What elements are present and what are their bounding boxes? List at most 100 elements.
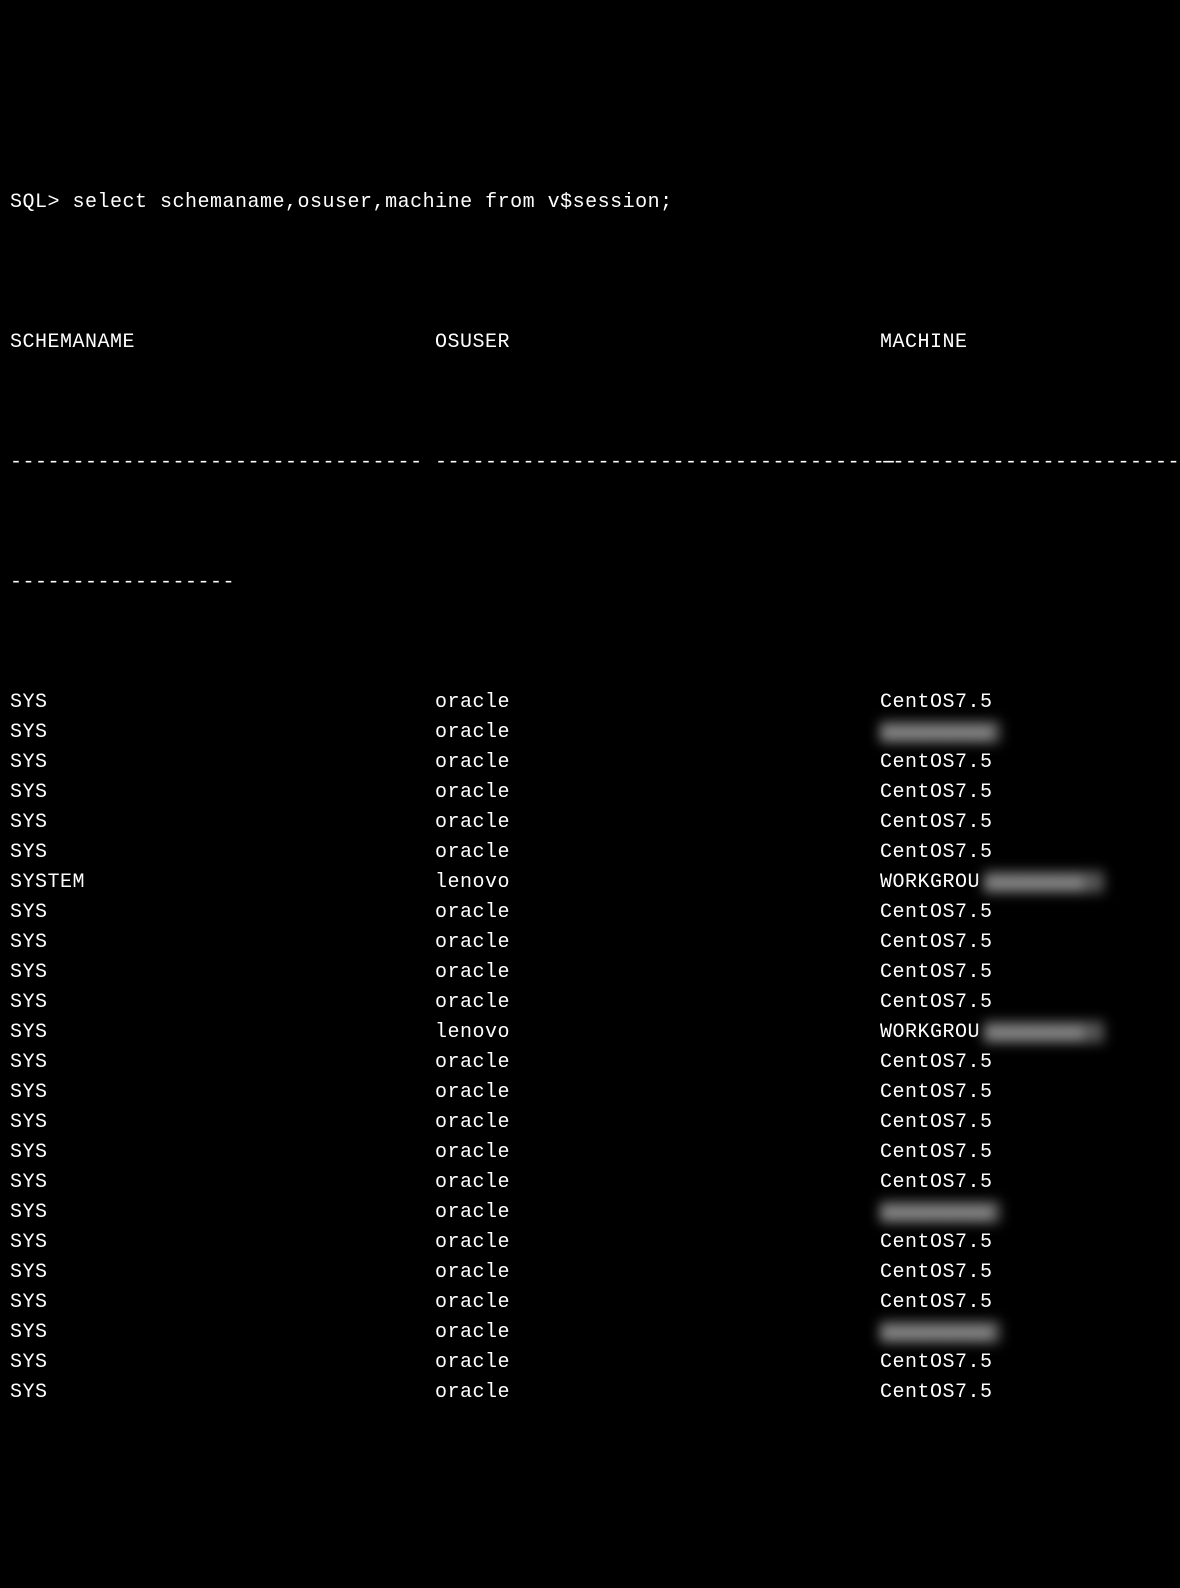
cell-machine: CentOS7.5 <box>880 838 993 868</box>
table-row: SYSoracleXXXXXXXXX <box>10 718 1180 748</box>
cell-machine: CentOS7.5 <box>880 748 993 778</box>
dash-continue: ------------------ <box>10 571 235 594</box>
cell-osuser: oracle <box>435 1318 880 1348</box>
cell-machine: CentOS7.5 <box>880 1108 993 1138</box>
terminal-output[interactable]: SQL> select schemaname,osuser,machine fr… <box>10 128 1180 1438</box>
cell-machine-text: WORKGROU <box>880 871 980 894</box>
cell-osuser: oracle <box>435 1048 880 1078</box>
redacted-content: XXXXXXXXX <box>880 1321 1000 1343</box>
cell-machine: CentOS7.5 <box>880 1228 993 1258</box>
sql-command: select schemaname,osuser,machine from v$… <box>73 191 673 214</box>
cell-machine: CentOS7.5 <box>880 808 993 838</box>
cell-osuser: oracle <box>435 778 880 808</box>
table-row: SYSoracleCentOS7.5 <box>10 1168 1180 1198</box>
cell-schemaname: SYS <box>10 1048 435 1078</box>
cell-schemaname: SYS <box>10 1318 435 1348</box>
cell-schemaname: SYS <box>10 898 435 928</box>
cell-schemaname: SYS <box>10 1288 435 1318</box>
table-row: SYSoracleCentOS7.5 <box>10 838 1180 868</box>
cell-machine: CentOS7.5 <box>880 1078 993 1108</box>
table-row: SYSoracleCentOS7.5 <box>10 1288 1180 1318</box>
cell-osuser: oracle <box>435 688 880 718</box>
cell-schemaname: SYS <box>10 748 435 778</box>
table-row: SYSoracleCentOS7.5 <box>10 1348 1180 1378</box>
table-row: SYSoracleCentOS7.5 <box>10 778 1180 808</box>
table-row: SYSoracleCentOS7.5 <box>10 1048 1180 1078</box>
cell-osuser: oracle <box>435 838 880 868</box>
table-row: SYSoracleCentOS7.5 <box>10 1138 1180 1168</box>
cell-schemaname: SYS <box>10 718 435 748</box>
cell-schemaname: SYS <box>10 808 435 838</box>
header-machine: MACHINE <box>880 328 968 358</box>
cell-schemaname: SYS <box>10 988 435 1018</box>
table-row: SYSlenovoWORKGROUXXXXXXXX <box>10 1018 1180 1048</box>
cell-osuser: lenovo <box>435 1018 880 1048</box>
table-row: SYSoracleCentOS7.5 <box>10 1258 1180 1288</box>
sql-prompt-line: SQL> select schemaname,osuser,machine fr… <box>10 188 1180 218</box>
table-row: SYSoracleCentOS7.5 <box>10 808 1180 838</box>
cell-osuser: oracle <box>435 718 880 748</box>
cell-schemaname: SYS <box>10 1168 435 1198</box>
cell-schemaname: SYS <box>10 1018 435 1048</box>
redacted-content: XXXXXXXXX <box>880 721 1000 743</box>
table-row: SYSoracleCentOS7.5 <box>10 988 1180 1018</box>
cell-osuser: oracle <box>435 748 880 778</box>
cell-schemaname: SYS <box>10 1078 435 1108</box>
cell-machine: CentOS7.5 <box>880 898 993 928</box>
table-row: SYSoracleCentOS7.5 <box>10 748 1180 778</box>
cell-machine: CentOS7.5 <box>880 1168 993 1198</box>
table-row: SYSTEMlenovoWORKGROUXXXXXXXX <box>10 868 1180 898</box>
cell-machine: WORKGROUXXXXXXXX <box>880 1018 1104 1048</box>
cell-schemaname: SYS <box>10 928 435 958</box>
cell-osuser: oracle <box>435 1258 880 1288</box>
cell-machine: CentOS7.5 <box>880 958 993 988</box>
cell-schemaname: SYS <box>10 1348 435 1378</box>
cell-osuser: oracle <box>435 1168 880 1198</box>
cell-machine-text: WORKGROU <box>880 1021 980 1044</box>
cell-osuser: oracle <box>435 1108 880 1138</box>
table-row: SYSoracleCentOS7.5 <box>10 688 1180 718</box>
cell-machine: XXXXXXXXX <box>880 718 1000 748</box>
cell-schemaname: SYS <box>10 1258 435 1288</box>
table-header-row: SCHEMANAMEOSUSERMACHINE <box>10 328 1180 358</box>
dash-col3: -------------------------- <box>880 448 1180 478</box>
cell-schemaname: SYS <box>10 1138 435 1168</box>
cell-machine: CentOS7.5 <box>880 1258 993 1288</box>
cell-osuser: oracle <box>435 1348 880 1378</box>
cell-machine: CentOS7.5 <box>880 1348 993 1378</box>
cell-machine: CentOS7.5 <box>880 688 993 718</box>
cell-machine: CentOS7.5 <box>880 1048 993 1078</box>
header-separator-continuation: ------------------ <box>10 568 1180 598</box>
table-row: SYSoracleCentOS7.5 <box>10 1378 1180 1408</box>
table-row: SYSoracleCentOS7.5 <box>10 928 1180 958</box>
table-row: SYSoracleCentOS7.5 <box>10 1108 1180 1138</box>
redacted-content: XXXXXXXXX <box>880 1201 1000 1223</box>
cell-schemaname: SYS <box>10 1108 435 1138</box>
sql-prompt: SQL> <box>10 191 73 214</box>
cell-osuser: oracle <box>435 958 880 988</box>
dash-col1: --------------------------------- <box>10 448 435 478</box>
cell-machine: CentOS7.5 <box>880 988 993 1018</box>
cell-schemaname: SYS <box>10 778 435 808</box>
cell-machine: CentOS7.5 <box>880 1138 993 1168</box>
cell-osuser: oracle <box>435 808 880 838</box>
cell-machine: XXXXXXXXX <box>880 1318 1000 1348</box>
cell-osuser: oracle <box>435 928 880 958</box>
redacted-content: XXXXXXXX <box>984 1021 1104 1043</box>
cell-machine: CentOS7.5 <box>880 1288 993 1318</box>
cell-schemaname: SYS <box>10 958 435 988</box>
cell-schemaname: SYS <box>10 688 435 718</box>
cell-schemaname: SYS <box>10 1198 435 1228</box>
table-row: SYSoracleXXXXXXXXX <box>10 1318 1180 1348</box>
cell-schemaname: SYS <box>10 1378 435 1408</box>
table-row: SYSoracleCentOS7.5 <box>10 1228 1180 1258</box>
cell-machine: CentOS7.5 <box>880 778 993 808</box>
cell-osuser: oracle <box>435 898 880 928</box>
cell-schemaname: SYS <box>10 838 435 868</box>
table-row: SYSoracleCentOS7.5 <box>10 898 1180 928</box>
cell-machine: WORKGROUXXXXXXXX <box>880 868 1104 898</box>
cell-machine: XXXXXXXXX <box>880 1198 1000 1228</box>
cell-osuser: oracle <box>435 1228 880 1258</box>
cell-osuser: oracle <box>435 988 880 1018</box>
cell-osuser: oracle <box>435 1198 880 1228</box>
